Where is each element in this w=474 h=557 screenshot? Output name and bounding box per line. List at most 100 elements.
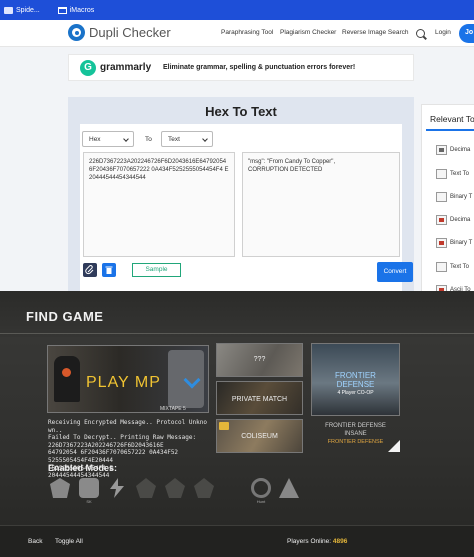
tile-label: PRIVATE MATCH bbox=[231, 396, 288, 403]
mode-icon-4 bbox=[136, 478, 156, 498]
search-icon[interactable] bbox=[416, 29, 425, 38]
back-button[interactable]: Back bbox=[28, 538, 42, 545]
hex-to-text-tool: Hex To Text Hex To Text 226D7367223A2022… bbox=[68, 97, 414, 292]
unknown-mode-tile[interactable]: ??? bbox=[216, 343, 303, 377]
relevant-tool-item[interactable]: Decima bbox=[436, 215, 470, 225]
tile-label: COLISEUM bbox=[241, 433, 278, 440]
nav-paraphrasing-tool[interactable]: Paraphrasing Tool bbox=[221, 29, 273, 36]
game-footer: Back Toggle All Players Online: 4896 bbox=[0, 525, 474, 557]
output-line: CORRUPTION DETECTED bbox=[248, 167, 323, 173]
title-line: FRONTIER DEFENSE bbox=[325, 423, 386, 429]
frontier-defense-tile[interactable]: FRONTIER DEFENSE 4 Player CO-OP bbox=[311, 343, 400, 416]
clear-button[interactable] bbox=[102, 263, 116, 277]
ticket-icon bbox=[219, 422, 229, 430]
sample-button[interactable]: Sample bbox=[132, 263, 181, 277]
relevant-tool-label: Binary T bbox=[450, 194, 473, 200]
binary-doc-icon bbox=[436, 192, 447, 202]
relevant-tool-item[interactable]: Binary T bbox=[436, 192, 472, 202]
mode-label: Hunt bbox=[256, 499, 266, 504]
mode-toggle-4[interactable] bbox=[135, 478, 157, 504]
convert-button[interactable]: Convert bbox=[377, 262, 413, 282]
grammarly-tagline: Eliminate grammar, spelling & punctuatio… bbox=[163, 64, 356, 71]
mode-icon-6 bbox=[194, 478, 214, 498]
text-output-textarea[interactable]: "msg": "From Candy To Copper", CORRUPTIO… bbox=[242, 152, 400, 257]
bookmarks-bar: Spide... iMacros bbox=[0, 0, 474, 20]
toggle-all-button[interactable]: Toggle All bbox=[55, 538, 83, 545]
red-doc-icon bbox=[436, 215, 447, 225]
logo-text: Dupli Checker bbox=[89, 25, 171, 40]
title-underline bbox=[426, 129, 474, 131]
private-match-tile[interactable]: PRIVATE MATCH bbox=[216, 381, 303, 415]
message-line: 226D7367223A202246726F6D2043616E bbox=[48, 441, 164, 449]
tool-title: Hex To Text bbox=[205, 104, 277, 119]
mode-toggle-attrition[interactable] bbox=[49, 478, 71, 504]
mode-toggle-6[interactable] bbox=[193, 478, 215, 504]
grammarly-brand: grammarly bbox=[100, 62, 152, 73]
bookmark-label: Spide... bbox=[16, 6, 40, 14]
relevant-tool-item[interactable]: Text To bbox=[436, 169, 469, 179]
bookmark-label: iMacros bbox=[69, 6, 95, 14]
mode-toggle-hunt[interactable]: Hunt bbox=[250, 478, 272, 504]
relevant-tool-label: Text To bbox=[450, 171, 469, 177]
gray-doc-icon bbox=[436, 169, 447, 179]
site-header: Dupli Checker Paraphrasing Tool Plagiari… bbox=[0, 20, 474, 47]
relevant-tools-title: Relevant To bbox=[430, 114, 474, 124]
frontier-insane-title: FRONTIER DEFENSE INSANE bbox=[311, 422, 400, 438]
logo-icon bbox=[68, 24, 85, 41]
target-icon bbox=[251, 478, 271, 498]
play-mp-card[interactable]: PLAY MP MIXTAPE 5 bbox=[47, 345, 209, 413]
mode-toggle-5[interactable] bbox=[164, 478, 186, 504]
dark-doc-icon bbox=[436, 145, 447, 155]
page-icon bbox=[4, 6, 13, 14]
mode-toggle-8[interactable] bbox=[278, 478, 300, 504]
output-line: "msg": "From Candy To Copper", bbox=[248, 159, 336, 165]
tool-panel: Hex To Text 226D7367223A202246726F6D2043… bbox=[80, 124, 413, 292]
relevant-tool-label: Decima bbox=[450, 147, 471, 153]
relevant-tool-label: Binary T bbox=[450, 240, 473, 246]
title-line: INSANE bbox=[344, 431, 367, 437]
grammarly-ad-banner[interactable]: G grammarly Eliminate grammar, spelling … bbox=[68, 54, 414, 81]
trash-icon bbox=[105, 266, 113, 274]
coliseum-tile[interactable]: COLISEUM bbox=[216, 419, 303, 453]
message-line: 64792054 6F20436F7070657222 0A434F52 bbox=[48, 449, 179, 457]
gray-doc-icon bbox=[436, 262, 447, 272]
nav-plagiarism-checker[interactable]: Plagiarism Checker bbox=[280, 29, 336, 36]
players-online-label: Players Online: bbox=[287, 538, 332, 545]
relevant-tool-item[interactable]: Text To bbox=[436, 262, 469, 272]
mode-toggle-bolt[interactable] bbox=[106, 478, 128, 504]
relevant-tool-item[interactable]: Binary T bbox=[436, 238, 472, 248]
players-online: Players Online: 4896 bbox=[287, 538, 347, 545]
message-line: Receiving Encrypted Message.. Protocol U… bbox=[48, 419, 207, 434]
nav-reverse-image-search[interactable]: Reverse Image Search bbox=[342, 29, 408, 36]
frontier-defense-insane-tile[interactable]: FRONTIER DEFENSE INSANE FRONTIER DEFENSE bbox=[311, 419, 400, 453]
bookmark-item[interactable]: Spide... bbox=[4, 6, 40, 14]
bolt-icon bbox=[110, 478, 124, 498]
attach-file-button[interactable] bbox=[83, 263, 97, 277]
relevant-tool-label: Text To bbox=[450, 264, 469, 270]
site-logo[interactable]: Dupli Checker bbox=[68, 24, 171, 41]
relevant-tool-label: Decima bbox=[450, 217, 471, 223]
red-doc-icon bbox=[436, 238, 447, 248]
players-online-count: 4896 bbox=[332, 538, 348, 545]
bookmark-item[interactable]: iMacros bbox=[57, 6, 95, 14]
login-link[interactable]: Login bbox=[435, 29, 451, 36]
pilot-image bbox=[54, 356, 80, 402]
hex-input-textarea[interactable]: 226D7367223A202246726F6D2043616E64792054… bbox=[83, 152, 235, 257]
from-format-value: Hex bbox=[89, 136, 101, 143]
title-line: FRONTIER bbox=[335, 371, 376, 380]
mode-toggle-skirmish[interactable]: SK bbox=[78, 478, 100, 504]
play-mp-title: PLAY MP bbox=[86, 374, 161, 391]
frontier-insane-tag: FRONTIER DEFENSE bbox=[327, 439, 384, 445]
from-format-select[interactable]: Hex bbox=[82, 131, 134, 147]
triangle-icon bbox=[279, 478, 299, 498]
paperclip-icon bbox=[85, 265, 94, 275]
screen: Spide... iMacros Dupli Checker Paraphras… bbox=[0, 0, 474, 557]
relevant-tool-item[interactable]: Decima bbox=[436, 145, 470, 155]
screen-title: FIND GAME bbox=[26, 309, 104, 324]
relevant-tools-sidebar: Relevant To Decima Text To Binary T Deci… bbox=[421, 104, 474, 295]
to-format-select[interactable]: Text bbox=[161, 131, 213, 147]
join-button[interactable]: Jo bbox=[459, 24, 474, 43]
mode-icon-5 bbox=[165, 478, 185, 498]
title-line: DEFENSE bbox=[336, 380, 375, 389]
tile-label: ??? bbox=[253, 356, 266, 363]
